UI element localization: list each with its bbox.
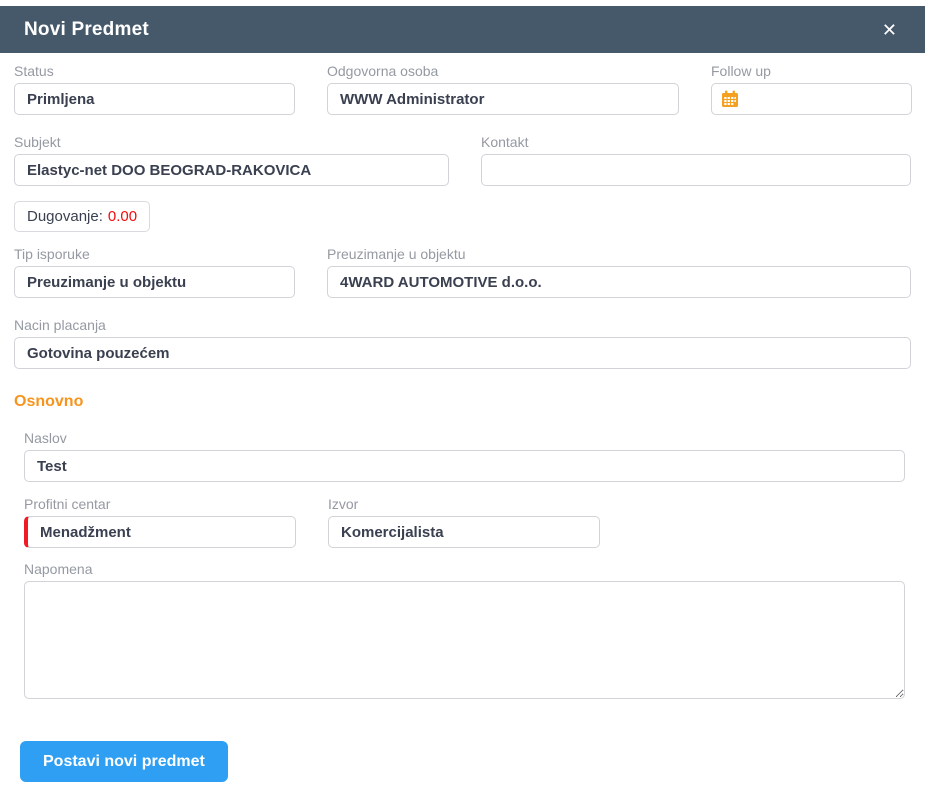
dugovanje-value: 0.00 xyxy=(107,208,138,225)
status-input[interactable] xyxy=(14,83,295,115)
status-label: Status xyxy=(14,63,54,79)
izvor-label: Izvor xyxy=(328,496,359,512)
preuzimanje-u-objektu-input[interactable] xyxy=(327,266,911,298)
modal-body: Status Odgovorna osoba Follow up xyxy=(0,53,925,782)
osnovno-group: Naslov Profitni centar Izvor Napomena xyxy=(14,430,905,699)
subjekt-label: Subjekt xyxy=(14,134,61,150)
napomena-label: Napomena xyxy=(24,561,93,577)
postavi-novi-predmet-button[interactable]: Postavi novi predmet xyxy=(20,741,228,782)
napomena-textarea[interactable] xyxy=(24,581,905,699)
row-naslov: Naslov xyxy=(24,430,905,482)
kontakt-input[interactable] xyxy=(481,154,911,186)
field-izvor: Izvor xyxy=(328,496,600,548)
field-napomena: Napomena xyxy=(24,561,905,699)
dugovanje-badge: Dugovanje: 0.00 xyxy=(14,201,151,232)
field-odgovorna-osoba: Odgovorna osoba xyxy=(327,63,679,115)
field-kontakt: Kontakt xyxy=(481,134,911,186)
follow-up-input[interactable] xyxy=(711,83,912,115)
row-dugovanje: Dugovanje: 0.00 xyxy=(14,201,911,232)
subjekt-input[interactable] xyxy=(14,154,449,186)
row-subjekt-kontakt: Subjekt Kontakt xyxy=(14,134,911,186)
row-tip-preuzimanje: Tip isporuke Preuzimanje u objektu xyxy=(14,246,911,298)
field-tip-isporuke: Tip isporuke xyxy=(14,246,295,298)
naslov-input[interactable] xyxy=(24,450,905,482)
odgovorna-osoba-label: Odgovorna osoba xyxy=(327,63,439,79)
row-profitni-izvor: Profitni centar Izvor xyxy=(24,496,905,548)
row-nacin-placanja: Nacin placanja xyxy=(14,317,911,369)
tip-isporuke-label: Tip isporuke xyxy=(14,246,90,262)
field-preuzimanje-u-objektu: Preuzimanje u objektu xyxy=(327,246,911,298)
field-profitni-centar: Profitni centar xyxy=(24,496,296,548)
modal-header: Novi Predmet ✕ xyxy=(0,6,925,53)
tip-isporuke-input[interactable] xyxy=(14,266,295,298)
modal-title: Novi Predmet xyxy=(24,18,149,40)
close-icon[interactable]: ✕ xyxy=(878,17,901,43)
profitni-centar-input[interactable] xyxy=(24,516,296,548)
section-heading-osnovno: Osnovno xyxy=(14,393,84,410)
preuzimanje-u-objektu-label: Preuzimanje u objektu xyxy=(327,246,466,262)
field-naslov: Naslov xyxy=(24,430,905,482)
naslov-label: Naslov xyxy=(24,430,67,446)
nacin-placanja-label: Nacin placanja xyxy=(14,317,106,333)
row-status-osoba-followup: Status Odgovorna osoba Follow up xyxy=(14,63,912,115)
profitni-centar-label: Profitni centar xyxy=(24,496,111,512)
field-nacin-placanja: Nacin placanja xyxy=(14,317,911,369)
field-follow-up: Follow up xyxy=(711,63,912,115)
field-subjekt: Subjekt xyxy=(14,134,449,186)
novi-predmet-modal: Novi Predmet ✕ Status Odgovorna osoba Fo… xyxy=(0,6,925,782)
dugovanje-label: Dugovanje: xyxy=(27,208,103,225)
field-status: Status xyxy=(14,63,295,115)
izvor-input[interactable] xyxy=(328,516,600,548)
calendar-icon[interactable] xyxy=(721,90,739,108)
follow-up-label: Follow up xyxy=(711,63,771,79)
nacin-placanja-input[interactable] xyxy=(14,337,911,369)
odgovorna-osoba-input[interactable] xyxy=(327,83,679,115)
kontakt-label: Kontakt xyxy=(481,134,529,150)
